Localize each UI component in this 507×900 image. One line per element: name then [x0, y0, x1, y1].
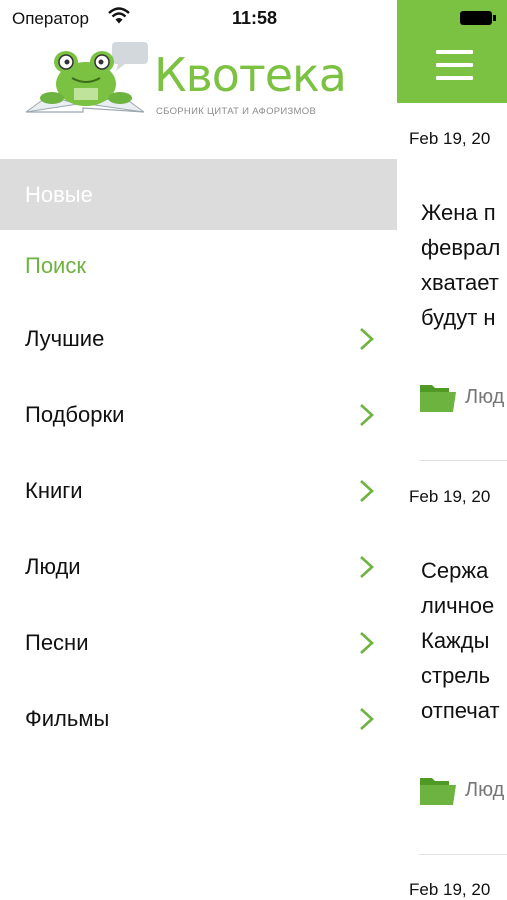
- post-text: Жена п феврал хватает будут н: [421, 200, 501, 330]
- chevron-right-icon: [360, 632, 374, 654]
- menu-item-label: Песни: [25, 630, 89, 655]
- frog-logo-icon: [25, 42, 148, 113]
- menu-item-label: Новые: [25, 181, 93, 207]
- menu-item-new[interactable]: Новые: [0, 159, 397, 230]
- post-text: Сержа личное Кажды стрель отпечат: [421, 558, 500, 723]
- divider: [419, 854, 507, 855]
- folder-icon: [420, 385, 456, 412]
- wifi-icon: [108, 7, 130, 24]
- hamburger-menu-icon[interactable]: [436, 50, 473, 80]
- divider: [419, 460, 507, 461]
- folder-icon: [420, 778, 456, 805]
- logo-title: Квотека: [154, 48, 347, 102]
- menu-item-songs[interactable]: Песни: [0, 605, 397, 681]
- chevron-right-icon: [360, 480, 374, 502]
- menu-item-label: Поиск: [25, 252, 86, 278]
- menu-item-label: Люди: [25, 554, 81, 579]
- chevron-right-icon: [360, 708, 374, 730]
- menu-item-movies[interactable]: Фильмы: [0, 681, 397, 757]
- content-navbar: [397, 0, 507, 103]
- post-date: Feb 19, 20: [409, 880, 491, 899]
- battery-icon: [460, 11, 492, 25]
- status-bar: Оператор 11:58: [0, 0, 397, 40]
- menu-item-books[interactable]: Книги: [0, 453, 397, 529]
- menu-item-label: Книги: [25, 478, 83, 503]
- chevron-right-icon: [360, 328, 374, 350]
- side-menu: Оператор 11:58 Квотека СБОРНИК ЦИТАТ И А…: [0, 0, 397, 900]
- menu-list: Новые Поиск Лучшие Подборки Книги Люди П…: [0, 159, 397, 757]
- post-category[interactable]: Люд: [465, 779, 504, 802]
- menu-item-collections[interactable]: Подборки: [0, 377, 397, 453]
- post-date: Feb 19, 20: [409, 487, 491, 506]
- menu-item-label: Подборки: [25, 402, 125, 427]
- post-date: Feb 19, 20: [409, 129, 491, 148]
- menu-item-best[interactable]: Лучшие: [0, 301, 397, 377]
- status-time: 11:58: [232, 8, 278, 28]
- menu-item-label: Фильмы: [25, 706, 110, 731]
- menu-item-people[interactable]: Люди: [0, 529, 397, 605]
- chevron-right-icon: [360, 404, 374, 426]
- carrier-name: Оператор: [12, 9, 89, 28]
- menu-item-search[interactable]: Поиск: [0, 230, 397, 301]
- post-category[interactable]: Люд: [465, 386, 504, 409]
- logo-subtitle: СБОРНИК ЦИТАТ И АФОРИЗМОВ: [156, 106, 317, 117]
- content-panel: Feb 19, 20 Жена п феврал хватает будут н…: [397, 0, 507, 900]
- app-logo: Квотека СБОРНИК ЦИТАТ И АФОРИЗМОВ: [22, 40, 352, 120]
- menu-item-label: Лучшие: [25, 326, 105, 351]
- chevron-right-icon: [360, 556, 374, 578]
